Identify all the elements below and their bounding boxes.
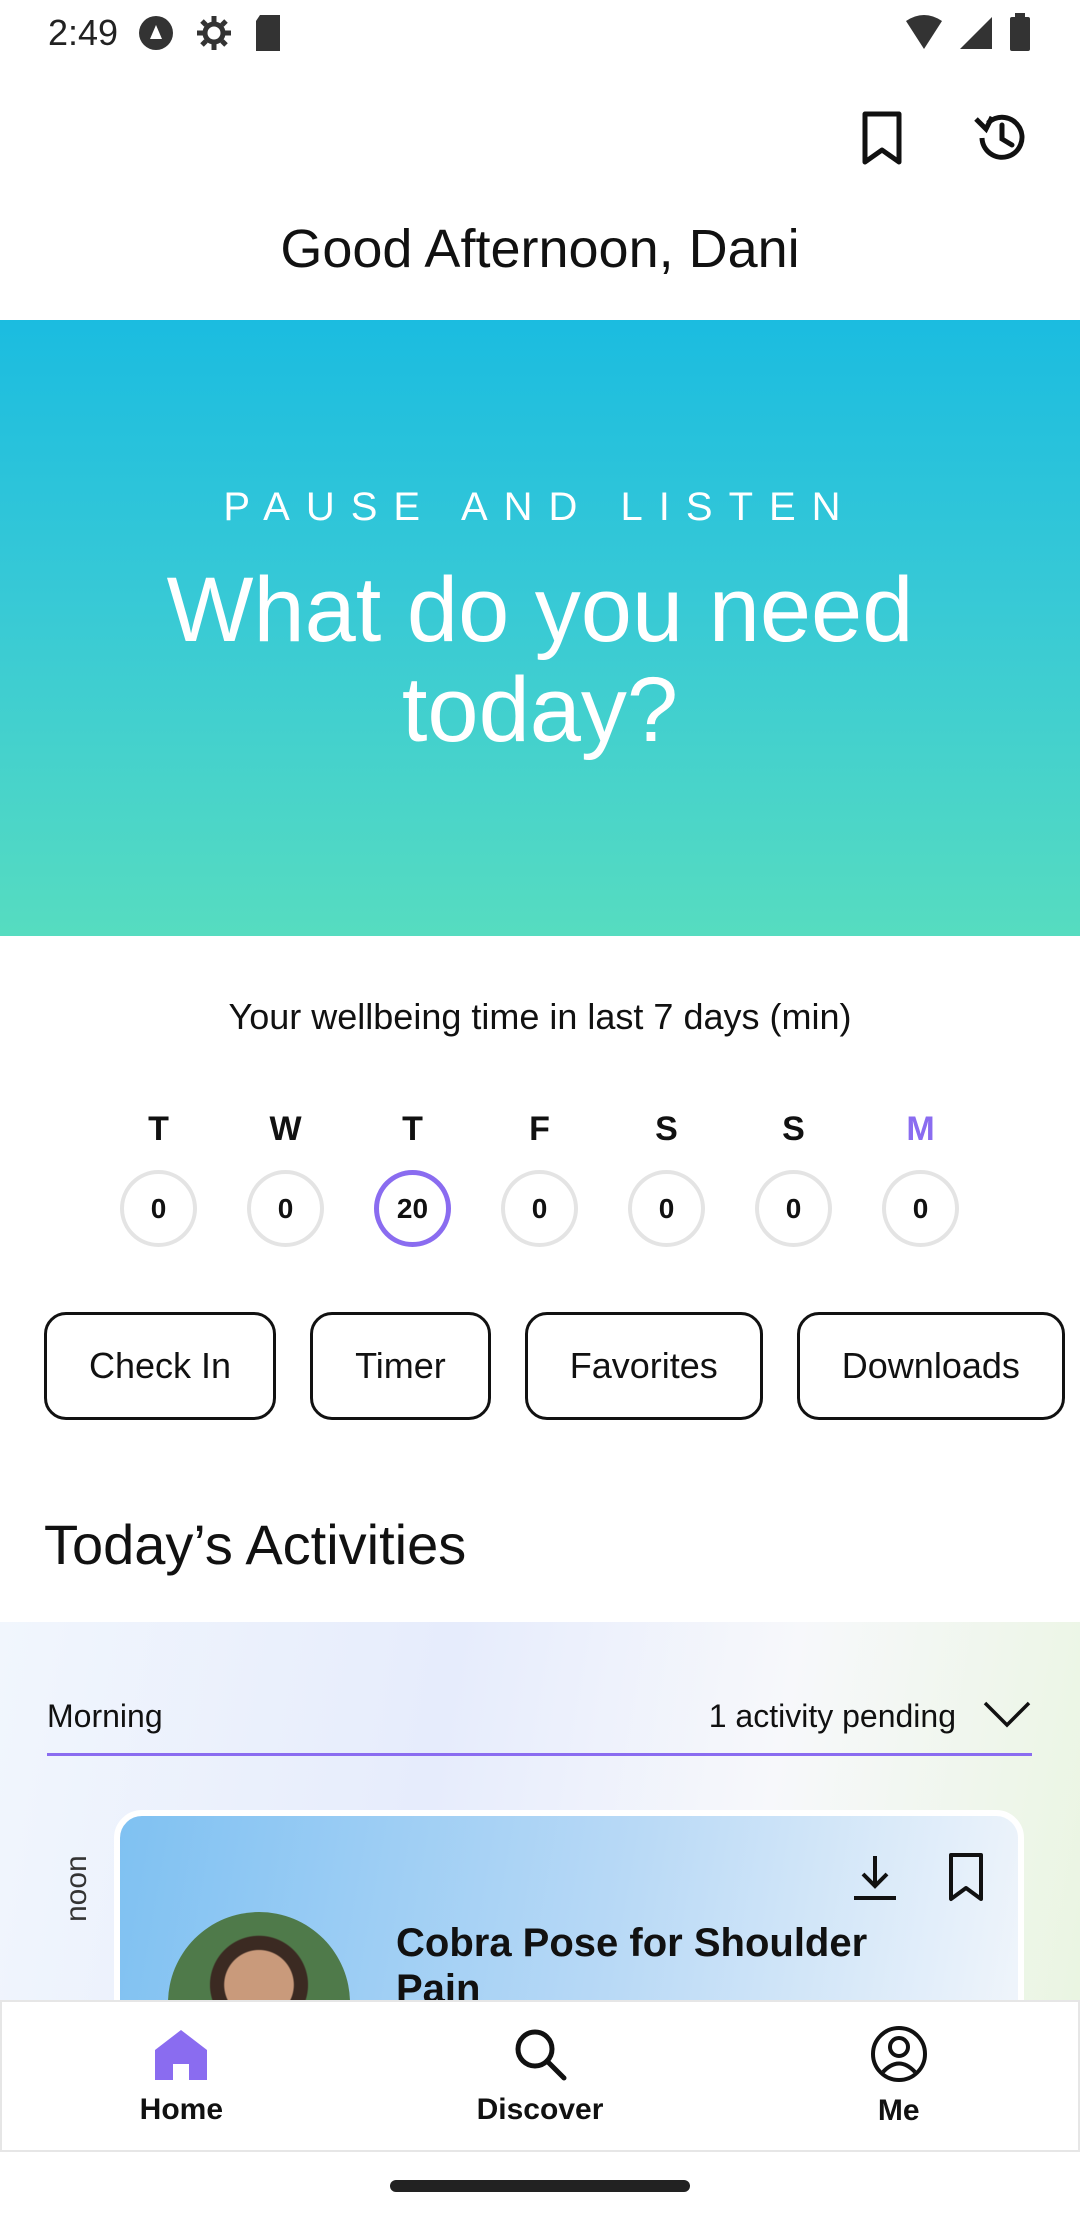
- home-icon: [151, 2026, 211, 2087]
- day-item: W 0: [247, 1110, 324, 1247]
- status-left: 2:49: [48, 12, 284, 54]
- day-letter-today: M: [906, 1110, 935, 1148]
- assistant-icon: [136, 13, 176, 53]
- section-title: Today’s Activities: [44, 1513, 467, 1576]
- nav-discover[interactable]: Discover: [361, 2002, 720, 2150]
- status-time: 2:49: [48, 12, 119, 53]
- bookmark-icon[interactable]: [946, 1852, 986, 1907]
- day-letter: T: [402, 1110, 423, 1148]
- nav-me[interactable]: Me: [719, 2002, 1078, 2150]
- day-item: M 0: [882, 1110, 959, 1247]
- card-actions: [850, 1852, 986, 1907]
- status-right: [904, 13, 1032, 53]
- day-item: S 0: [628, 1110, 705, 1247]
- settings-icon: [194, 13, 234, 53]
- nav-label: Home: [139, 2092, 224, 2126]
- day-letter: S: [782, 1110, 805, 1148]
- greeting: Good Afternoon, Dani: [280, 219, 800, 279]
- side-period-label: noon: [60, 1855, 93, 1922]
- download-icon[interactable]: [850, 1852, 900, 1907]
- hero-kicker: PAUSE AND LISTEN: [223, 485, 857, 529]
- nav-home[interactable]: Home: [2, 2002, 361, 2150]
- cell-signal-icon: [958, 15, 994, 51]
- quick-actions: Check In Timer Favorites Downloads: [44, 1312, 1065, 1420]
- day-item: S 0: [755, 1110, 832, 1247]
- search-icon: [512, 2026, 568, 2087]
- hero-title: What do you need today?: [166, 559, 914, 761]
- wellbeing-title: Your wellbeing time in last 7 days (min): [228, 996, 852, 1037]
- hero-banner[interactable]: PAUSE AND LISTEN What do you need today?: [0, 320, 1080, 936]
- day-minutes: 0: [755, 1170, 832, 1247]
- favorites-button[interactable]: Favorites: [524, 1312, 763, 1420]
- activity-title: Cobra Pose for Shoulder Pain: [396, 1921, 868, 2000]
- day-minutes: 0: [120, 1170, 197, 1247]
- wellbeing-days: T 0 W 0 T 20 F 0 S 0 S 0 M 0: [120, 1110, 959, 1247]
- timer-button[interactable]: Timer: [310, 1312, 491, 1420]
- day-item: F 0: [501, 1110, 578, 1247]
- history-icon[interactable]: [970, 108, 1030, 168]
- bookmark-icon[interactable]: [852, 108, 912, 168]
- day-letter: S: [655, 1110, 678, 1148]
- check-in-button[interactable]: Check In: [44, 1312, 277, 1420]
- period-label: Morning: [47, 1698, 163, 1734]
- status-bar: 2:49: [0, 0, 1080, 66]
- profile-icon: [870, 2025, 928, 2088]
- battery-icon: [1008, 13, 1032, 53]
- downloads-button[interactable]: Downloads: [796, 1312, 1065, 1420]
- day-minutes: 0: [247, 1170, 324, 1247]
- wifi-icon: [904, 15, 944, 51]
- nav-label: Me: [877, 2093, 920, 2127]
- home-indicator[interactable]: [390, 2180, 690, 2192]
- day-item: T 0: [120, 1110, 197, 1247]
- day-minutes: 0: [628, 1170, 705, 1247]
- chevron-down-icon: [982, 1699, 1032, 1734]
- nav-label: Discover: [476, 2092, 604, 2126]
- day-item: T 20: [374, 1110, 451, 1247]
- day-minutes-active: 20: [374, 1170, 451, 1247]
- period-status: 1 activity pending: [708, 1698, 956, 1734]
- day-letter: F: [529, 1110, 550, 1148]
- period-dropdown[interactable]: Morning 1 activity pending: [47, 1680, 1032, 1756]
- bottom-nav: Home Discover Me: [0, 2000, 1080, 2152]
- sd-card-icon: [252, 13, 284, 53]
- day-letter: W: [269, 1110, 302, 1148]
- instructor-avatar: [168, 1912, 350, 2000]
- day-letter: T: [148, 1110, 169, 1148]
- activity-card[interactable]: Cobra Pose for Shoulder Pain: [114, 1810, 1024, 2000]
- day-minutes: 0: [501, 1170, 578, 1247]
- day-minutes: 0: [882, 1170, 959, 1247]
- activities-panel: Morning 1 activity pending noon Cobra Po…: [0, 1622, 1080, 2000]
- top-actions: [852, 108, 1030, 168]
